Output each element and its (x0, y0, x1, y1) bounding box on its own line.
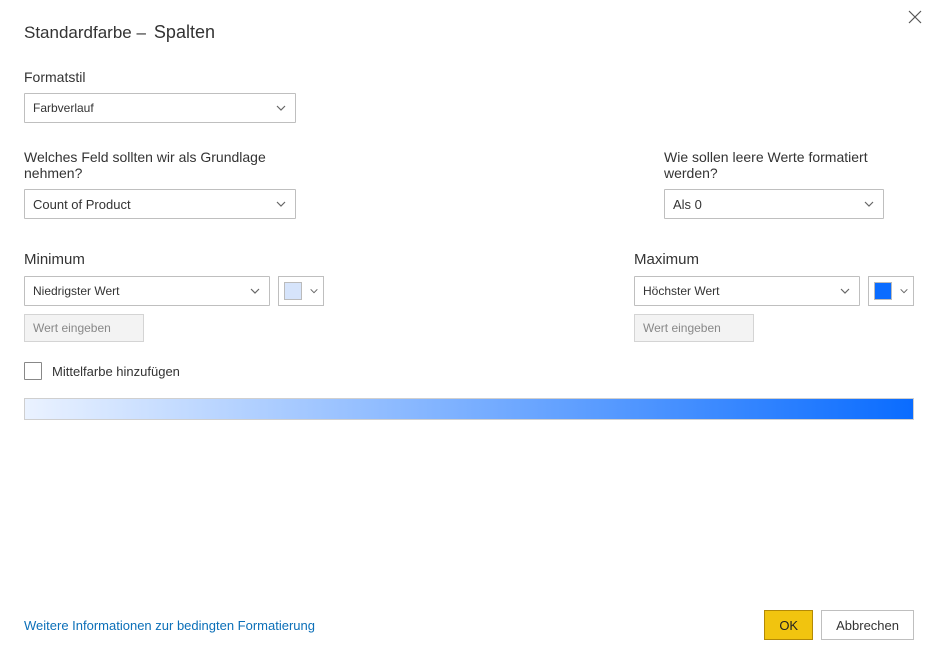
minimum-value-input[interactable]: Wert eingeben (24, 314, 144, 342)
minimum-label: Minimum (24, 251, 324, 268)
chevron-down-icon (305, 286, 323, 296)
empty-values-label: Wie sollen leere Werte formatiert werden… (664, 149, 914, 181)
empty-values-value: Als 0 (673, 197, 702, 212)
learn-more-link[interactable]: Weitere Informationen zur bedingten Form… (24, 618, 315, 633)
maximum-value: Höchster Wert (643, 284, 719, 298)
minimum-select[interactable]: Niedrigster Wert (24, 276, 270, 306)
minimum-placeholder: Wert eingeben (33, 321, 111, 335)
chevron-down-icon (895, 286, 913, 296)
format-style-label: Formatstil (24, 69, 914, 85)
middle-color-label: Mittelfarbe hinzufügen (52, 364, 180, 379)
basis-field-value: Count of Product (33, 197, 131, 212)
format-style-select[interactable]: Farbverlauf (24, 93, 296, 123)
title-prefix: Standardfarbe – (24, 23, 146, 43)
conditional-formatting-dialog: Standardfarbe – Spalten Formatstil Farbv… (0, 0, 938, 658)
dialog-title: Standardfarbe – Spalten (24, 0, 914, 43)
maximum-color-swatch (874, 282, 892, 300)
maximum-color-picker[interactable] (868, 276, 914, 306)
cancel-button[interactable]: Abbrechen (821, 610, 914, 640)
minimum-color-picker[interactable] (278, 276, 324, 306)
maximum-label: Maximum (634, 251, 914, 268)
chevron-down-icon (863, 198, 875, 210)
maximum-select[interactable]: Höchster Wert (634, 276, 860, 306)
empty-values-select[interactable]: Als 0 (664, 189, 884, 219)
title-main: Spalten (154, 22, 215, 43)
minimum-color-swatch (284, 282, 302, 300)
chevron-down-icon (275, 198, 287, 210)
ok-button[interactable]: OK (764, 610, 813, 640)
gradient-preview (24, 398, 914, 420)
chevron-down-icon (249, 285, 261, 297)
format-style-value: Farbverlauf (33, 101, 94, 115)
chevron-down-icon (275, 102, 287, 114)
basis-field-label: Welches Feld sollten wir als Grundlage n… (24, 149, 324, 181)
maximum-placeholder: Wert eingeben (643, 321, 721, 335)
maximum-value-input[interactable]: Wert eingeben (634, 314, 754, 342)
basis-field-select[interactable]: Count of Product (24, 189, 296, 219)
middle-color-checkbox[interactable] (24, 362, 42, 380)
minimum-value: Niedrigster Wert (33, 284, 119, 298)
chevron-down-icon (839, 285, 851, 297)
close-icon[interactable] (908, 8, 922, 29)
